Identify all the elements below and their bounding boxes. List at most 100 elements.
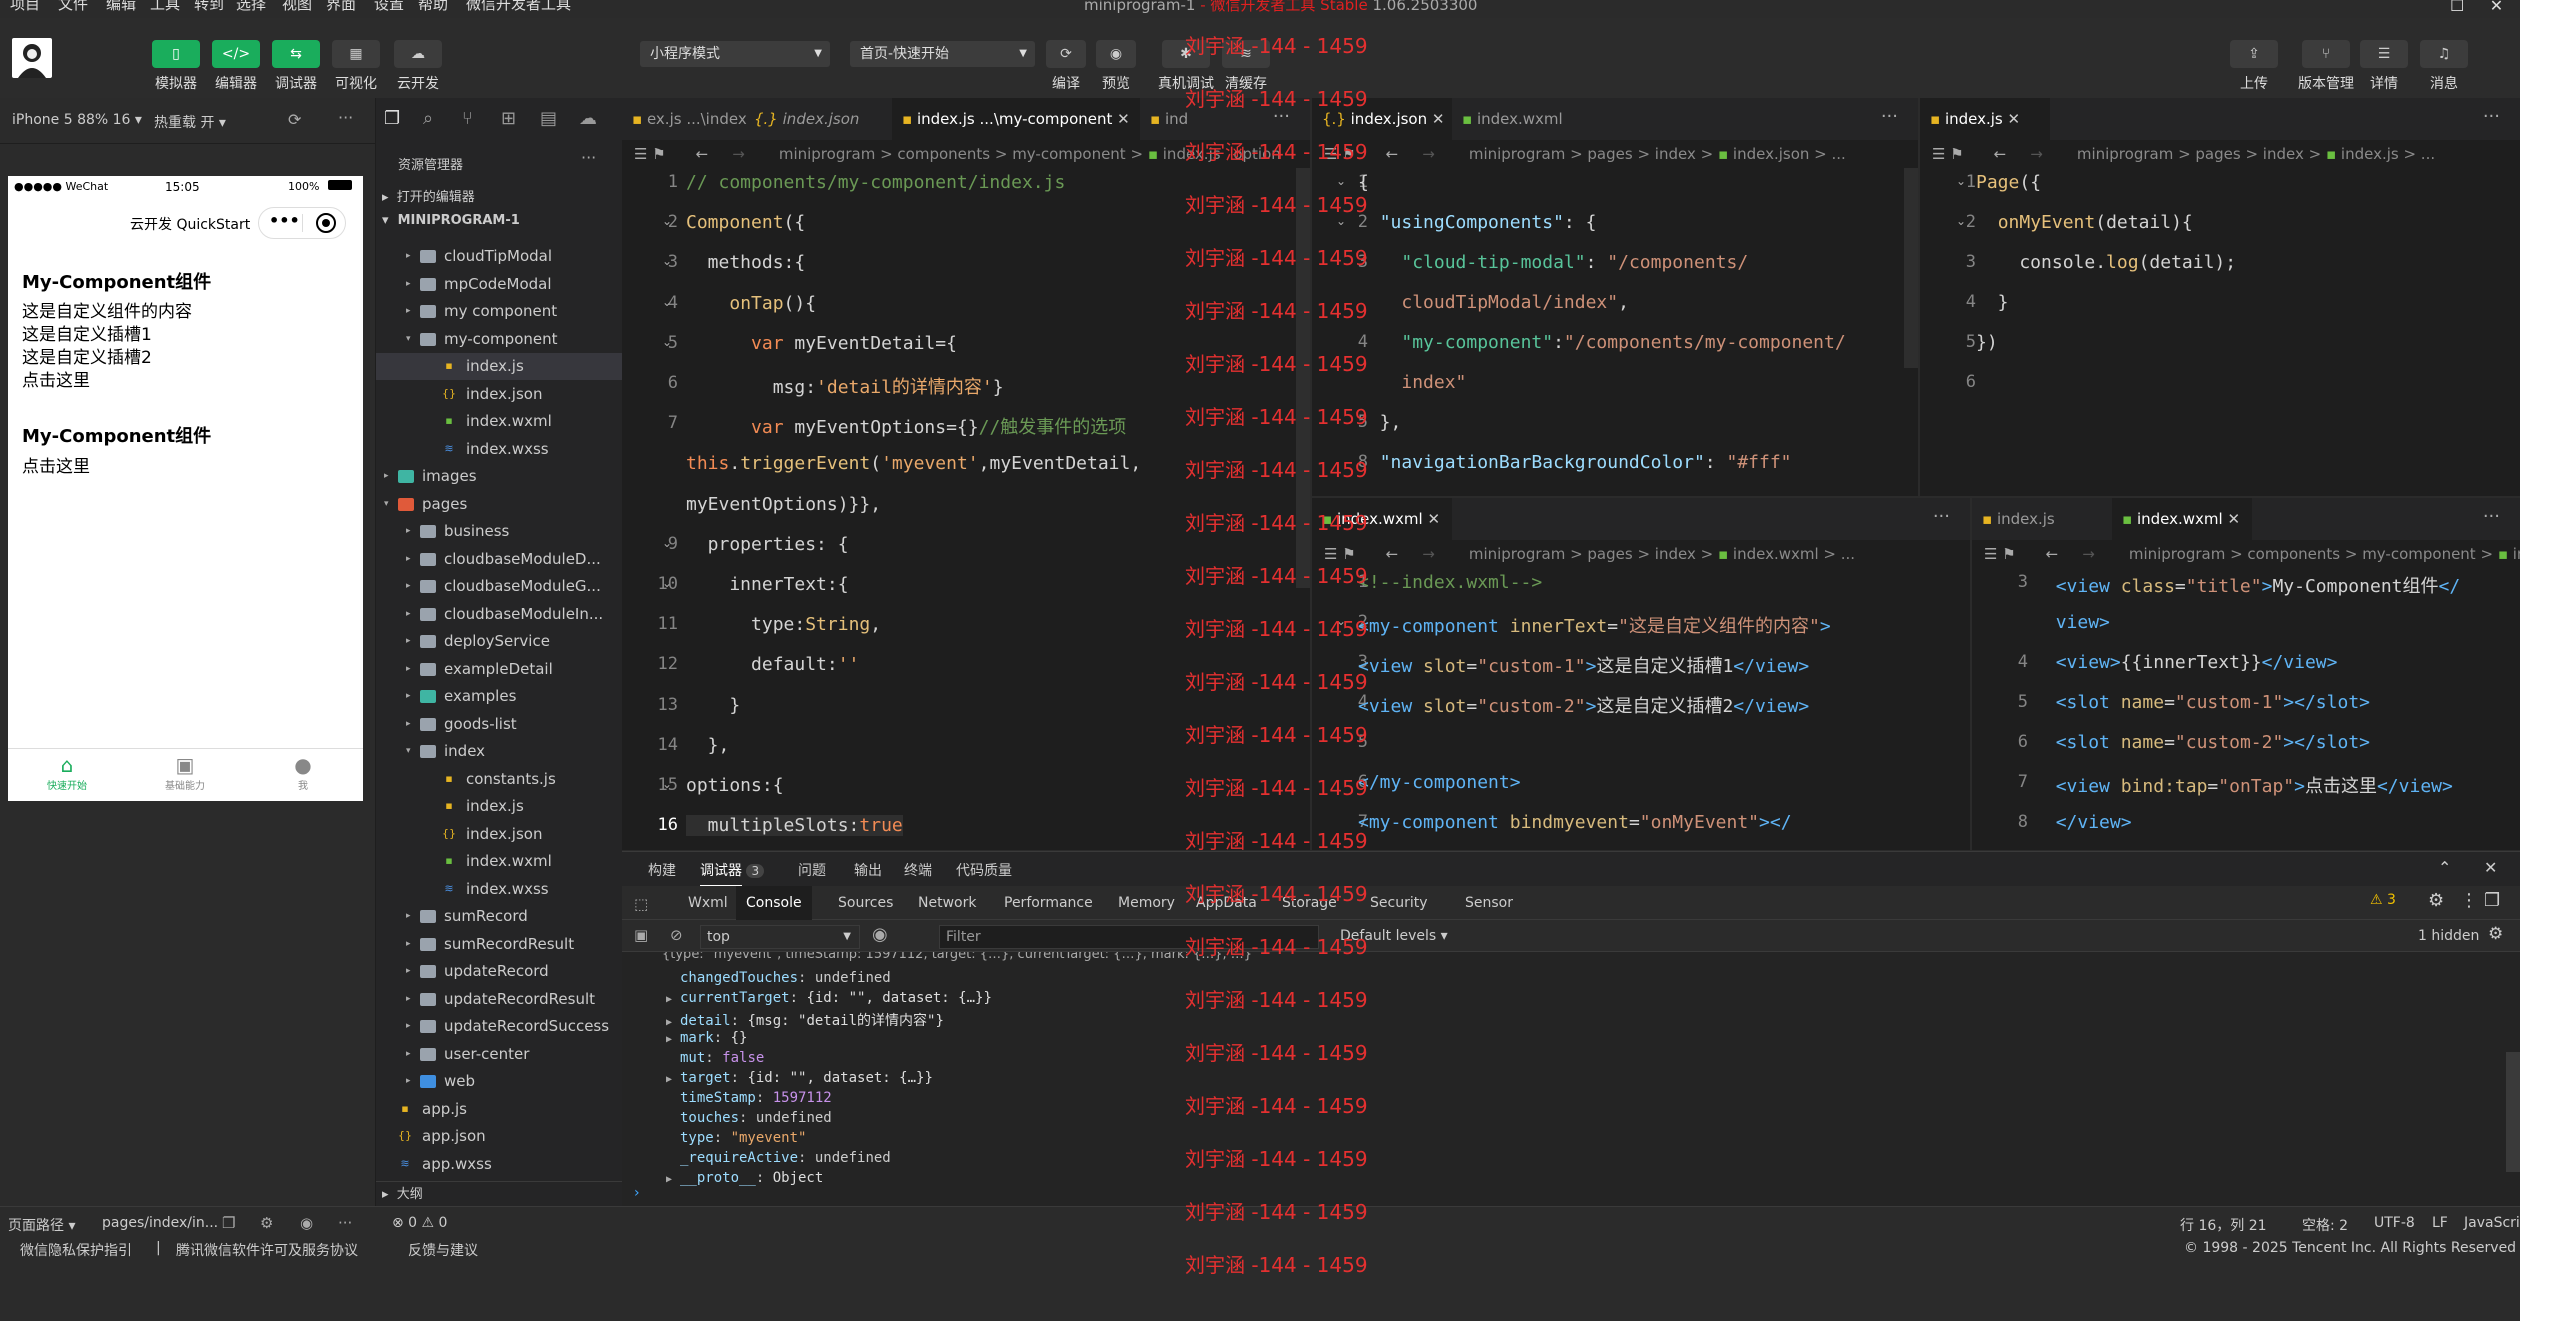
fold-icon[interactable]: ⌄ — [662, 335, 672, 349]
tap-here-2[interactable]: 点击这里 — [22, 452, 90, 477]
eye-icon[interactable]: ◉ — [300, 1214, 313, 1232]
tree-item[interactable]: {} index.json — [376, 821, 623, 848]
editor-tab[interactable]: {.} index.json — [744, 98, 892, 140]
close-miniprogram-icon[interactable] — [316, 213, 336, 233]
menu-item[interactable]: 文件 — [58, 0, 88, 14]
bottom-tab[interactable]: 构建 — [648, 860, 676, 880]
more-icon[interactable]: ··· — [2483, 506, 2500, 527]
license-link[interactable]: 腾讯微信软件许可及服务协议 — [176, 1240, 358, 1260]
eol[interactable]: LF — [2432, 1215, 2448, 1231]
tree-item[interactable]: ▸ goods-list — [376, 711, 623, 738]
devtools-tab[interactable]: Sensor — [1465, 895, 1513, 911]
tree-item[interactable]: ▸ sumRecordResult — [376, 931, 623, 958]
console-prop[interactable]: ▶ mark: {} — [666, 1030, 747, 1046]
open-editors[interactable]: ▸ 打开的编辑器 — [382, 186, 475, 205]
console-prompt[interactable]: › — [634, 1185, 640, 1201]
menu-item[interactable]: 帮助 — [418, 0, 448, 14]
close-icon[interactable]: ✕ — [1432, 110, 1445, 128]
devtools-tab[interactable]: Memory — [1118, 895, 1175, 911]
tree-item[interactable]: ▸ user-center — [376, 1041, 623, 1068]
close-icon[interactable]: ✕ — [2008, 110, 2021, 128]
close-icon[interactable]: ✕ — [2227, 510, 2240, 528]
menu-item[interactable]: 选择 — [236, 0, 266, 14]
console-scrollbar[interactable] — [2506, 1052, 2520, 1172]
fold-icon[interactable]: ⌄ — [662, 777, 672, 791]
close-icon[interactable]: ✕ — [1117, 110, 1130, 128]
bookmark-icon[interactable]: ☰ ⚑ — [1932, 145, 1964, 163]
page-select[interactable]: 首页-快速开始 ▼ — [850, 41, 1035, 67]
capsule-button[interactable]: ••• — [258, 207, 346, 239]
version-button[interactable]: ⑂ 版本管理 — [2296, 40, 2356, 93]
editor-tab[interactable]: ▪ index.js — [1972, 498, 2112, 540]
problems-count[interactable]: ⊗ 0 ⚠ 0 — [392, 1215, 447, 1231]
menu-item[interactable]: 微信开发者工具 — [466, 0, 571, 14]
tree-item[interactable]: ▪ index.wxml — [376, 408, 623, 435]
remote-icon[interactable]: ▤ — [540, 108, 557, 129]
fold-icon[interactable]: ⌄ — [1956, 174, 1966, 188]
cloud-icon[interactable]: ☁ — [579, 108, 597, 129]
back-icon[interactable]: ← — [696, 145, 709, 163]
menu-item[interactable]: 转到 — [194, 0, 224, 14]
console-settings-icon[interactable]: ⚙ — [2488, 924, 2503, 944]
devtools-tab[interactable]: Security — [1370, 895, 1428, 911]
tree-item[interactable]: ▸ cloudbaseModuleD... — [376, 546, 623, 573]
editor-tab[interactable]: ▪ index.js ...\my-component ✕ — [892, 98, 1140, 140]
bottom-tab[interactable]: 输出 — [854, 860, 882, 880]
tree-item[interactable]: ▸ cloudbaseModuleIn... — [376, 601, 623, 628]
cloud-button[interactable]: ☁ 云开发 — [394, 40, 442, 93]
fold-icon[interactable]: ⌄ — [662, 214, 672, 228]
debugger-button[interactable]: ⇆ 调试器 — [272, 40, 320, 93]
more-icon[interactable]: ··· — [338, 108, 353, 127]
fold-icon[interactable]: ⌄ — [662, 536, 672, 550]
more-icon[interactable]: ··· — [2483, 106, 2500, 127]
editor-tab[interactable]: ▪ index.wxml — [1452, 98, 1592, 140]
outline-section[interactable]: ▸ 大纲 — [376, 1181, 623, 1206]
menu-item[interactable]: 界面 — [326, 0, 356, 14]
tree-item[interactable]: ≋ index.wxss — [376, 876, 623, 903]
context-select[interactable]: top ▼ — [700, 925, 860, 949]
tree-item[interactable]: {} app.json — [376, 1123, 623, 1150]
settings-icon[interactable]: ⚙ — [2428, 890, 2444, 911]
tree-item[interactable]: ▪ constants.js — [376, 766, 623, 793]
editor-tab[interactable]: ▪ index.wxml ✕ — [2112, 498, 2252, 540]
bottom-tab[interactable]: 终端 — [904, 860, 932, 880]
tree-item[interactable]: ▸ images — [376, 463, 623, 490]
device-select[interactable]: iPhone 5 88% 16 ▾ — [12, 112, 142, 128]
privacy-link[interactable]: 微信隐私保护指引 — [20, 1240, 132, 1260]
menu-item[interactable]: 视图 — [282, 0, 312, 14]
tree-item[interactable]: ▾ pages — [376, 491, 623, 518]
console-prop[interactable]: ▶ __proto__: Object — [666, 1170, 823, 1186]
tree-item[interactable]: {} index.json — [376, 381, 623, 408]
tree-item[interactable]: ▸ updateRecordSuccess — [376, 1013, 623, 1040]
tree-item[interactable]: ▪ index.js — [376, 353, 623, 380]
mode-select[interactable]: 小程序模式 ▼ — [640, 41, 830, 67]
fold-icon[interactable]: ⌄ — [1956, 214, 1966, 228]
back-icon[interactable]: ← — [2046, 545, 2059, 563]
devtools-tab[interactable]: Wxml — [688, 895, 728, 911]
bookmark-icon[interactable]: ☰ ⚑ — [634, 145, 666, 163]
upload-button[interactable]: ⇪ 上传 — [2230, 40, 2278, 93]
visual-button[interactable]: ▦ 可视化 — [332, 40, 380, 93]
bookmark-icon[interactable]: ☰ ⚑ — [1984, 545, 2016, 563]
devtools-tab[interactable]: Console — [736, 886, 812, 920]
tree-item[interactable]: ▸ cloudbaseModuleG... — [376, 573, 623, 600]
fold-icon[interactable]: ⌄ — [1336, 174, 1346, 188]
fold-icon[interactable]: ⌄ — [662, 295, 672, 309]
dock-icon[interactable]: ❐ — [2484, 890, 2500, 911]
editor-tab[interactable]: ▪ ex.js ...\index — [622, 98, 747, 140]
tree-item[interactable]: ▸ examples — [376, 683, 623, 710]
more-icon[interactable]: ··· — [338, 1214, 352, 1232]
inspect-icon[interactable]: ⬚ — [634, 895, 648, 913]
cursor-position[interactable]: 行 16，列 21 — [2180, 1215, 2267, 1235]
bottom-tab[interactable]: 调试器 3 — [700, 860, 765, 887]
back-icon[interactable]: ← — [1386, 545, 1399, 563]
tree-item[interactable]: ▾ index — [376, 738, 623, 765]
devtools-tab[interactable]: Sources — [838, 895, 893, 911]
bottom-tab[interactable]: 代码质量 — [956, 860, 1012, 880]
page-path-label[interactable]: 页面路径 ▾ — [8, 1215, 75, 1235]
feedback-link[interactable]: 反馈与建议 — [408, 1240, 478, 1260]
project-root[interactable]: ▾ MINIPROGRAM-1 — [382, 213, 520, 228]
fold-icon[interactable]: ⌄ — [662, 576, 672, 590]
tree-item[interactable]: ▪ index.js — [376, 793, 623, 820]
tree-item[interactable]: ▪ index.wxml — [376, 848, 623, 875]
